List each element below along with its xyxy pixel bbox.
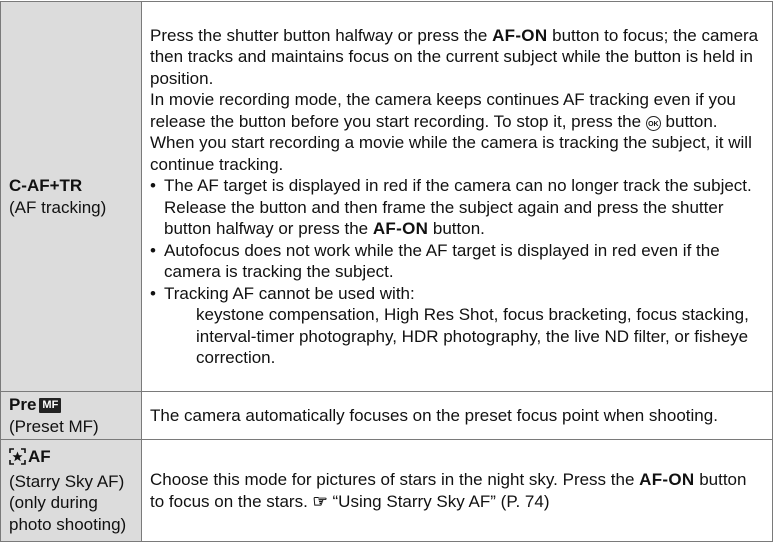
paragraph: Press the shutter button halfway or pres… (150, 25, 764, 90)
text: Pre (9, 395, 37, 414)
paragraph: In movie recording mode, the camera keep… (150, 89, 764, 132)
af-on-button-label: AF-ON (372, 219, 429, 238)
mode-name: AF (9, 446, 133, 471)
af-mode-table: C-AF+TR (AF tracking) Press the shutter … (0, 1, 773, 542)
list-item: Autofocus does not work while the AF tar… (150, 240, 764, 283)
table-row: Pre MF (Preset MF) The camera automatical… (0, 391, 773, 440)
table-row: AF (Starry Sky AF) (only during photo sh… (0, 439, 773, 542)
text: button. (660, 111, 718, 131)
text: Press the shutter button halfway or pres… (150, 25, 493, 45)
starry-sky-icon (9, 448, 26, 471)
mode-cell: Pre MF (Preset MF) (0, 391, 142, 440)
list-item: Tracking AF cannot be used with: keyston… (150, 283, 764, 369)
description-cell: Choose this mode for pictures of stars i… (141, 439, 773, 542)
mode-note: (only during photo shooting) (9, 493, 127, 534)
list-item: The AF target is displayed in red if the… (150, 175, 764, 240)
mode-cell: C-AF+TR (AF tracking) (0, 1, 142, 392)
text: Choose this mode for pictures of stars i… (150, 470, 640, 489)
restriction-list: keystone compensation, High Res Shot, fo… (196, 305, 749, 367)
notes-list: The AF target is displayed in red if the… (150, 175, 764, 369)
paragraph: When you start recording a movie while t… (150, 133, 752, 174)
page-reference-link[interactable]: “Using Starry Sky AF” (P. 74) (333, 492, 550, 511)
description-cell: The camera automatically focuses on the … (141, 391, 773, 440)
mode-subtitle: (AF tracking) (9, 197, 107, 217)
af-on-button-label: AF-ON (492, 25, 548, 45)
mode-subtitle: (Preset MF) (9, 416, 99, 436)
mode-name: C-AF+TR (9, 176, 83, 195)
page-reference-icon: ☞ (312, 491, 328, 511)
mode-subtitle: (Starry Sky AF) (9, 471, 125, 491)
table-row: C-AF+TR (AF tracking) Press the shutter … (0, 1, 773, 392)
mode-cell: AF (Starry Sky AF) (only during photo sh… (0, 439, 142, 542)
ok-button-icon: OK (645, 115, 661, 131)
mf-badge-icon: MF (39, 398, 62, 413)
text: Tracking AF cannot be used with: (164, 283, 415, 303)
text: AF (28, 447, 51, 466)
text: button. (428, 219, 485, 238)
mode-name: Pre MF (9, 394, 133, 416)
description-cell: Press the shutter button halfway or pres… (141, 1, 773, 392)
af-on-button-label: AF-ON (639, 470, 695, 489)
